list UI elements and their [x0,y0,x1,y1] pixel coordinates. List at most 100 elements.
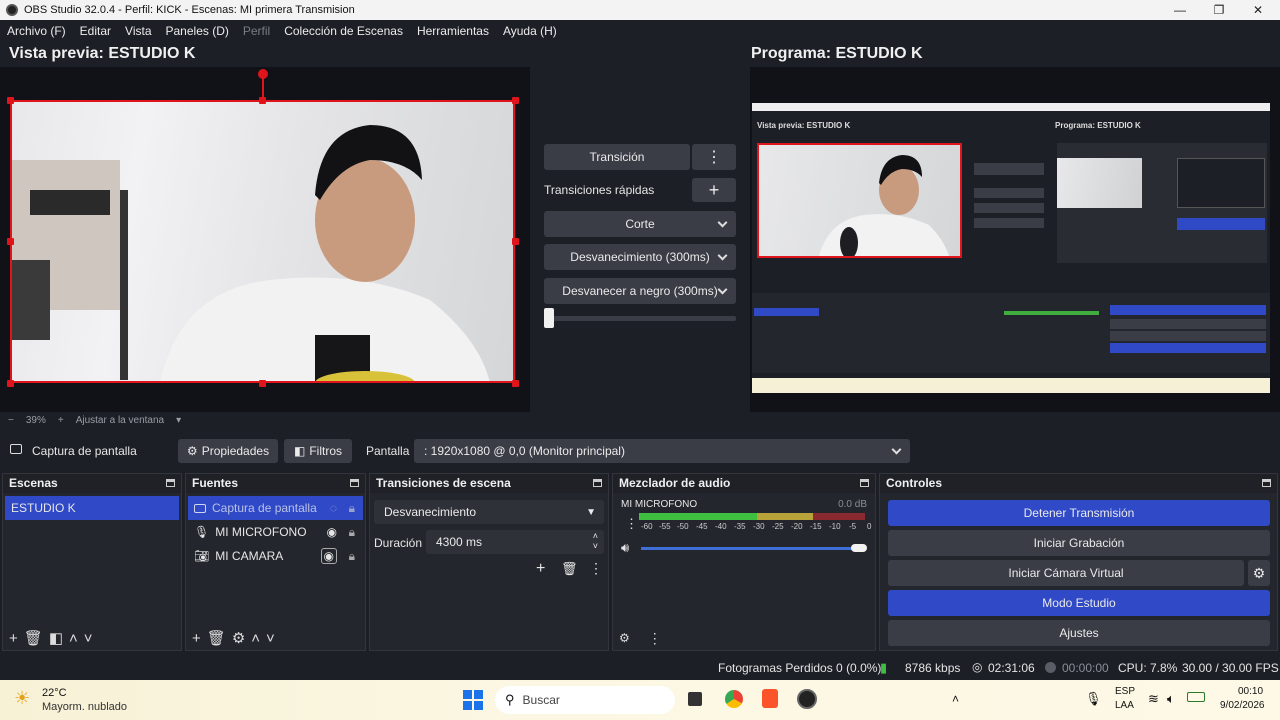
display-value: : 1920x1080 @ 0,0 (Monitor principal) [424,444,625,458]
scene-filter-icon[interactable]: ◧ [49,629,63,647]
lang-secondary[interactable]: LAA [1115,700,1134,711]
lock-icon[interactable]: 🔒︎ [349,525,355,540]
preview-canvas[interactable] [0,67,530,412]
properties-button[interactable]: ⚙ Propiedades [178,439,278,463]
start-recording-button[interactable]: Iniciar Grabación [888,530,1270,556]
undock-icon[interactable] [166,479,175,487]
quick-transition-corte[interactable]: Corte [544,211,736,237]
source-item[interactable]: Captura de pantalla ◌ 🔒︎ [188,496,363,520]
more-vertical-icon[interactable]: ⋮ [648,630,662,647]
trash-icon[interactable]: 🗑 [24,629,43,647]
undock-icon[interactable] [593,479,602,487]
start-virtual-camera-button[interactable]: Iniciar Cámara Virtual [888,560,1244,586]
menu-paneles[interactable]: Paneles (D) [159,24,236,38]
caret-down-icon: ▼ [586,506,596,518]
battery-icon[interactable] [1187,692,1205,702]
stop-streaming-button[interactable]: Detener Transmisión [888,500,1270,526]
add-transition-button[interactable]: + [536,560,545,578]
gear-icon[interactable]: ⚙ [232,629,245,647]
undock-icon[interactable] [860,479,869,487]
zoom-out-button[interactable]: − [8,415,14,426]
meter-red [813,513,865,520]
virtual-camera-settings-button[interactable]: ⚙ [1248,560,1270,586]
volume-icon[interactable]: 🔈︎ [1167,691,1175,707]
microphone-icon[interactable]: 🎙︎ [1085,691,1102,707]
selection-box[interactable] [10,100,515,383]
eye-icon[interactable]: ◉ [320,548,337,564]
trash-icon[interactable]: 🗑 [207,629,226,647]
meter-green [639,513,757,520]
add-source-button[interactable]: + [192,630,201,647]
menu-ayuda[interactable]: Ayuda (H) [496,24,564,38]
resize-handle[interactable] [259,380,266,387]
maximize-icon[interactable]: ❐ [1199,0,1239,20]
chevron-up-icon[interactable]: ˄ [251,630,260,647]
transition-menu-button[interactable]: ⋮ [692,144,736,170]
scene-item[interactable]: ESTUDIO K [5,496,179,520]
resize-handle[interactable] [7,97,14,104]
studio-mode-button[interactable]: Modo Estudio [888,590,1270,616]
lock-icon[interactable]: 🔒︎ [349,501,355,516]
volume-slider[interactable] [641,547,863,550]
tbar-track[interactable] [544,316,736,321]
chevron-down-icon[interactable]: ˅ [84,630,93,647]
display-select[interactable]: : 1920x1080 @ 0,0 (Monitor principal) [414,439,910,463]
task-view-icon[interactable] [688,692,702,706]
close-icon[interactable]: ✕ [1238,0,1278,20]
resize-handle[interactable] [512,238,519,245]
resize-handle[interactable] [512,97,519,104]
chevron-down-icon[interactable]: ▾ [176,415,181,426]
minimize-icon[interactable]: — [1160,0,1200,20]
filters-button[interactable]: ◧ Filtros [284,439,352,463]
resize-handle[interactable] [7,380,14,387]
taskbar-search[interactable]: ⚲ Buscar [495,686,675,714]
chevron-down-icon[interactable]: ˅ [266,630,275,647]
fit-window-label[interactable]: Ajustar a la ventana [76,415,164,426]
gear-icon[interactable]: ⚙ [619,631,630,645]
settings-button[interactable]: Ajustes [888,620,1270,646]
menu-coleccion[interactable]: Colección de Escenas [277,24,410,38]
source-item[interactable]: 🎙︎ MI MICROFONO ◉ 🔒︎ [188,520,363,544]
tbar-handle[interactable] [544,308,554,328]
obs-taskbar-icon[interactable] [797,689,817,709]
source-item[interactable]: 📷︎ MI CAMARA ◉ 🔒︎ [188,544,363,568]
clock-time[interactable]: 00:10 [1238,686,1263,697]
trash-icon[interactable]: 🗑 [561,561,578,577]
undock-icon[interactable] [1262,479,1271,487]
quick-transition-label: Desvanecimiento (300ms) [570,250,710,264]
menu-vista[interactable]: Vista [118,24,158,38]
transition-button[interactable]: Transición [544,144,690,170]
menu-perfil[interactable]: Perfil [236,24,277,38]
eye-icon[interactable]: ◉ [327,525,337,539]
resize-handle[interactable] [512,380,519,387]
volume-handle[interactable] [851,544,867,552]
clock-date[interactable]: 9/02/2026 [1220,700,1265,711]
zoom-in-button[interactable]: + [58,415,64,426]
resize-handle[interactable] [7,238,14,245]
chrome-icon[interactable] [725,690,743,708]
transition-select[interactable]: Desvanecimiento ▼ [374,500,604,524]
menu-editar[interactable]: Editar [73,24,118,38]
duration-input[interactable]: 4300 ms ˄ ˅ [426,530,604,554]
lang-primary[interactable]: ESP [1115,686,1135,697]
wifi-icon[interactable]: ≋ [1148,691,1159,707]
quick-transition-fade[interactable]: Desvanecimiento (300ms) [544,244,736,270]
chevron-up-icon[interactable]: ˄ [952,692,959,706]
more-vertical-icon[interactable]: ⋮ [625,516,638,532]
more-vertical-icon[interactable]: ⋮ [589,560,603,577]
undock-icon[interactable] [350,479,359,487]
menu-archivo[interactable]: Archivo (F) [0,24,73,38]
windows-start-icon[interactable] [463,690,483,710]
program-canvas: Vista previa: ESTUDIO K Programa: ESTUDI… [750,67,1280,412]
menu-herramientas[interactable]: Herramientas [410,24,496,38]
lock-icon[interactable]: 🔒︎ [349,549,355,564]
brave-icon[interactable] [762,689,778,708]
eye-hidden-icon[interactable]: ◌ [330,501,337,515]
add-scene-button[interactable]: + [9,630,18,647]
quick-transition-fade-black[interactable]: Desvanecer a negro (300ms) [544,278,736,304]
add-quick-transition-button[interactable]: + [692,178,736,202]
speaker-icon[interactable]: 🔊︎ [621,540,629,556]
chevron-up-icon[interactable]: ˄ [69,630,78,647]
spin-buttons[interactable]: ˄ ˅ [593,531,598,551]
rotate-handle[interactable] [258,69,268,79]
